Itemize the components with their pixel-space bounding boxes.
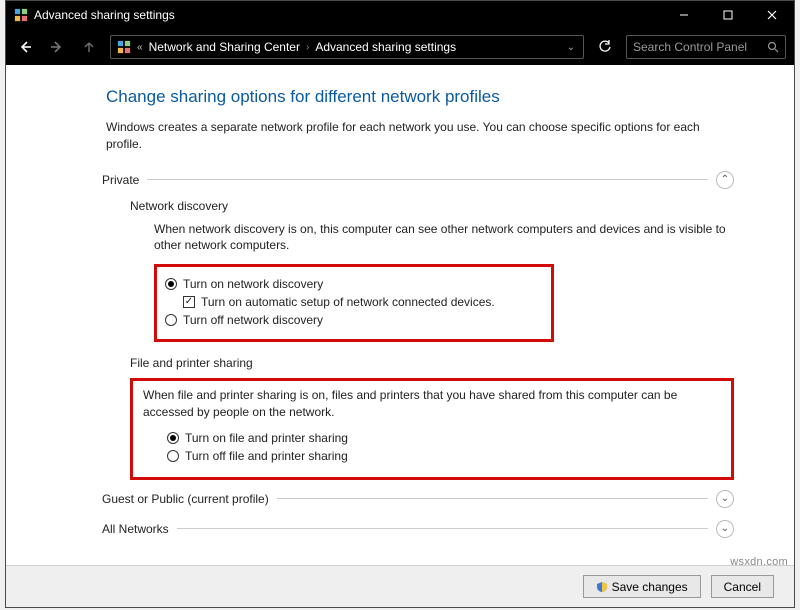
chevron-down-icon[interactable]: ⌄ [567, 42, 575, 53]
refresh-button[interactable] [594, 36, 616, 58]
radio-network-discovery-off[interactable]: Turn off network discovery [165, 313, 543, 327]
back-button[interactable] [14, 36, 36, 58]
save-changes-button[interactable]: Save changes [583, 575, 701, 598]
divider [147, 179, 708, 180]
forward-button[interactable] [46, 36, 68, 58]
watermark: wsxdn.com [730, 556, 788, 568]
section-label: Private [102, 173, 139, 187]
control-panel-icon [14, 8, 28, 22]
breadcrumb-item[interactable]: Advanced sharing settings [315, 40, 456, 54]
maximize-button[interactable] [706, 1, 750, 29]
radio-selected-icon [165, 278, 177, 290]
radio-unselected-icon [165, 314, 177, 326]
radio-unselected-icon [167, 450, 179, 462]
button-label: Cancel [724, 580, 761, 594]
radio-label: Turn off file and printer sharing [185, 449, 348, 463]
window-title: Advanced sharing settings [34, 8, 662, 22]
search-input[interactable]: Search Control Panel [626, 35, 786, 59]
file-printer-block: When file and printer sharing is on, fil… [130, 378, 734, 480]
breadcrumb-item[interactable]: Network and Sharing Center [149, 40, 300, 54]
radio-file-printer-off[interactable]: Turn off file and printer sharing [167, 449, 721, 463]
radio-label: Turn off network discovery [183, 313, 323, 327]
section-label: Guest or Public (current profile) [102, 492, 269, 506]
checkbox-auto-setup[interactable]: ✓ Turn on automatic setup of network con… [183, 295, 543, 309]
button-label: Save changes [612, 580, 688, 594]
checkbox-checked-icon: ✓ [183, 296, 195, 308]
footer-bar: Save changes Cancel [6, 565, 794, 607]
control-panel-icon [117, 40, 131, 54]
network-discovery-options: Turn on network discovery ✓ Turn on auto… [154, 264, 554, 342]
radio-label: Turn on network discovery [183, 277, 323, 291]
cancel-button[interactable]: Cancel [711, 575, 774, 598]
network-discovery-description: When network discovery is on, this compu… [154, 221, 734, 255]
close-button[interactable] [750, 1, 794, 29]
network-discovery-heading: Network discovery [130, 199, 734, 213]
search-placeholder: Search Control Panel [633, 40, 763, 54]
expand-icon[interactable]: ⌄ [716, 520, 734, 538]
titlebar: Advanced sharing settings [6, 1, 794, 29]
minimize-button[interactable] [662, 1, 706, 29]
shield-icon [596, 581, 608, 593]
window-controls [662, 1, 794, 29]
checkbox-label: Turn on automatic setup of network conne… [201, 295, 495, 309]
radio-file-printer-on[interactable]: Turn on file and printer sharing [167, 431, 721, 445]
content-area: Change sharing options for different net… [6, 65, 794, 565]
radio-network-discovery-on[interactable]: Turn on network discovery [165, 277, 543, 291]
search-icon [767, 41, 779, 53]
section-guest-public[interactable]: Guest or Public (current profile) ⌄ [102, 490, 734, 508]
address-bar[interactable]: « Network and Sharing Center › Advanced … [110, 35, 584, 59]
chevron-right-icon: › [306, 42, 309, 53]
section-all-networks[interactable]: All Networks ⌄ [102, 520, 734, 538]
section-private[interactable]: Private ⌃ [102, 171, 734, 189]
up-button[interactable] [78, 36, 100, 58]
section-label: All Networks [102, 522, 169, 536]
navigation-bar: « Network and Sharing Center › Advanced … [6, 29, 794, 65]
collapse-icon[interactable]: ⌃ [716, 171, 734, 189]
page-description: Windows creates a separate network profi… [106, 119, 734, 153]
file-printer-description: When file and printer sharing is on, fil… [143, 387, 721, 421]
radio-label: Turn on file and printer sharing [185, 431, 348, 445]
window-frame: Advanced sharing settings [5, 0, 795, 608]
divider [277, 498, 708, 499]
divider [177, 528, 708, 529]
file-printer-heading: File and printer sharing [130, 356, 734, 370]
page-title: Change sharing options for different net… [106, 87, 734, 107]
breadcrumb-prefix-icon: « [137, 42, 143, 53]
radio-selected-icon [167, 432, 179, 444]
expand-icon[interactable]: ⌄ [716, 490, 734, 508]
